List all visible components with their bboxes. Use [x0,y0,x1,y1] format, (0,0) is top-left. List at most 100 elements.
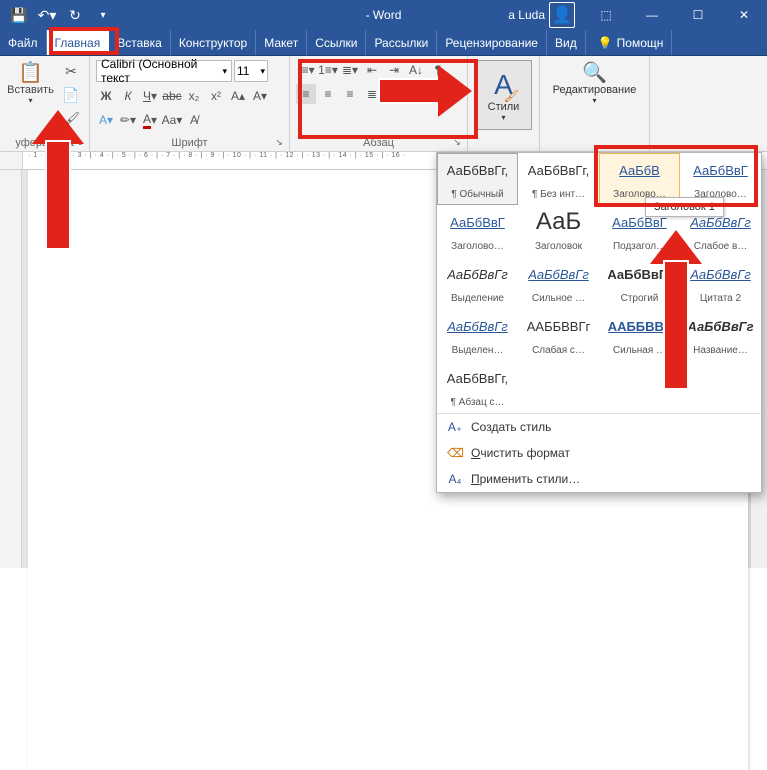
close-icon[interactable]: ✕ [721,0,767,30]
style-cell-4[interactable]: АаБбВвГЗаголово… [437,205,518,257]
tab-mailings[interactable]: Рассылки [366,30,437,55]
style-cell-8[interactable]: АаБбВвГгВыделение [437,257,518,309]
style-caption: ¶ Без инт… [532,189,585,200]
shading-icon[interactable]: ◧▾ [406,84,426,104]
format-painter-icon[interactable]: 🖌 [59,108,83,130]
group-editing: 🔍 Редактирование ▾ [540,56,650,151]
multilevel-icon[interactable]: ≣▾ [340,60,360,80]
redo-icon[interactable]: ↻ [62,2,88,28]
tab-home[interactable]: Главная [47,30,110,55]
grow-font-icon[interactable]: A▴ [228,86,248,106]
dialog-launcher-icon[interactable]: ↘ [273,137,285,149]
lightbulb-icon: 💡 [598,36,613,50]
customize-qat-icon[interactable]: ▾ [90,2,116,28]
font-size-input[interactable]: 11▾ [234,60,268,82]
indent-dec-icon[interactable]: ⇤ [362,60,382,80]
strike-icon[interactable]: abc [162,86,182,106]
minimize-icon[interactable]: — [629,0,675,30]
bullets-icon[interactable]: •≡▾ [296,60,316,80]
create-style-item[interactable]: A₊ Создать стиль [437,414,761,440]
tab-design[interactable]: Конструктор [171,30,256,55]
dialog-launcher-icon[interactable]: ↘ [451,137,463,149]
copy-icon[interactable]: 📄 [59,84,83,106]
tab-file[interactable]: Файл [0,30,47,55]
style-cell-0[interactable]: АаБбВвГг,¶ Обычный [437,153,518,205]
text-effects-icon[interactable]: A▾ [96,110,116,130]
align-center-icon[interactable]: ≡ [318,84,338,104]
style-cell-15[interactable]: АаБбВвГгНазвание… [680,309,761,361]
style-cell-5[interactable]: АаБ Заголовок [518,205,599,257]
paste-button[interactable]: 📋 Вставить ▾ [6,60,55,105]
change-case-icon[interactable]: Aa▾ [162,110,182,130]
chevron-down-icon: ▾ [501,113,505,122]
style-preview: АаБбВвГ [693,158,748,182]
style-caption: Название… [693,345,748,356]
create-style-icon: A₊ [447,420,463,434]
clear-format-item[interactable]: ⌫ Очистить формат [437,440,761,466]
create-style-label: Создать стиль [471,420,551,434]
styles-button[interactable]: A🖌 Стили ▾ [476,60,532,130]
apply-styles-item[interactable]: A₄ Применить стили… [437,466,761,492]
title-bar: 💾 ↶▾ ↻ ▾ - Word a Luda 👤 ⬚ — ☐ ✕ [0,0,767,30]
editing-button[interactable]: 🔍 Редактирование ▾ [553,60,637,105]
style-caption: Заголовок [535,241,582,252]
sort-icon[interactable]: A↓ [406,60,426,80]
subscript-icon[interactable]: x₂ [184,86,204,106]
style-cell-9[interactable]: АаБбВвГгСильное … [518,257,599,309]
tab-layout[interactable]: Макет [256,30,307,55]
style-cell-10[interactable]: АаБбВвГгСтрогий [599,257,680,309]
clipboard-icon: 📋 [19,60,43,84]
style-preview: АаБбВвГг [690,262,751,286]
paste-label: Вставить [7,84,54,96]
apply-styles-label: Применить стили… [471,472,580,486]
style-preview: АаБбВвГг, [528,158,589,182]
tab-help[interactable]: 💡 Помощн [590,30,673,55]
style-cell-16[interactable]: АаБбВвГг,¶ Абзац с… [437,361,518,413]
tab-view[interactable]: Вид [547,30,586,55]
borders-icon[interactable]: ▦▾ [428,84,448,104]
tab-insert[interactable]: Вставка [109,30,171,55]
bold-icon[interactable]: Ж [96,86,116,106]
clear-format-label: Очистить формат [471,446,570,460]
highlight-icon[interactable]: ✏▾ [118,110,138,130]
style-cell-13[interactable]: ААББВВГгСлабая с… [518,309,599,361]
user-account[interactable]: a Luda 👤 [500,2,583,28]
underline-icon[interactable]: Ч▾ [140,86,160,106]
font-name-input[interactable]: Calibri (Основной текст▾ [96,60,232,82]
align-left-icon[interactable]: ≡ [296,84,316,104]
dialog-launcher-icon[interactable]: ↘ [73,137,85,149]
indent-inc-icon[interactable]: ⇥ [384,60,404,80]
cut-icon[interactable]: ✂ [59,60,83,82]
superscript-icon[interactable]: x² [206,86,226,106]
style-cell-11[interactable]: АаБбВвГгЦитата 2 [680,257,761,309]
font-color-icon[interactable]: A▾ [140,110,160,130]
style-cell-1[interactable]: АаБбВвГг, ¶ Без инт… [518,153,599,205]
eraser-icon: ⌫ [447,446,463,460]
undo-icon[interactable]: ↶▾ [34,2,60,28]
style-caption: ¶ Обычный [451,189,503,200]
style-caption: Слабое в… [694,241,748,252]
line-spacing-icon[interactable]: ‡≡▾ [384,84,404,104]
save-icon[interactable]: 💾 [6,2,32,28]
show-marks-icon[interactable]: ¶ [428,60,448,80]
vertical-ruler[interactable] [0,170,22,568]
styles-icon: A🖌 [494,69,513,101]
app-title: - Word [366,8,402,22]
group-clipboard: 📋 Вставить ▾ ✂ 📄 🖌 уферьмана ↘ [0,56,90,151]
align-right-icon[interactable]: ≡ [340,84,360,104]
style-cell-12[interactable]: АаБбВвГгВыделен… [437,309,518,361]
style-preview: АаБ [536,210,581,234]
clear-format-icon[interactable]: A̸ [184,110,204,130]
maximize-icon[interactable]: ☐ [675,0,721,30]
italic-icon[interactable]: К [118,86,138,106]
tab-review[interactable]: Рецензирование [437,30,547,55]
justify-icon[interactable]: ≣ [362,84,382,104]
shrink-font-icon[interactable]: A▾ [250,86,270,106]
tab-references[interactable]: Ссылки [307,30,366,55]
style-cell-14[interactable]: ААББВВГСильная … [599,309,680,361]
ribbon: 📋 Вставить ▾ ✂ 📄 🖌 уферьмана ↘ Calibri (… [0,56,767,152]
style-caption: Сильная … [613,345,666,356]
ribbon-options-icon[interactable]: ⬚ [583,0,629,30]
style-preview: АаБбВ [619,158,660,182]
numbering-icon[interactable]: 1≡▾ [318,60,338,80]
